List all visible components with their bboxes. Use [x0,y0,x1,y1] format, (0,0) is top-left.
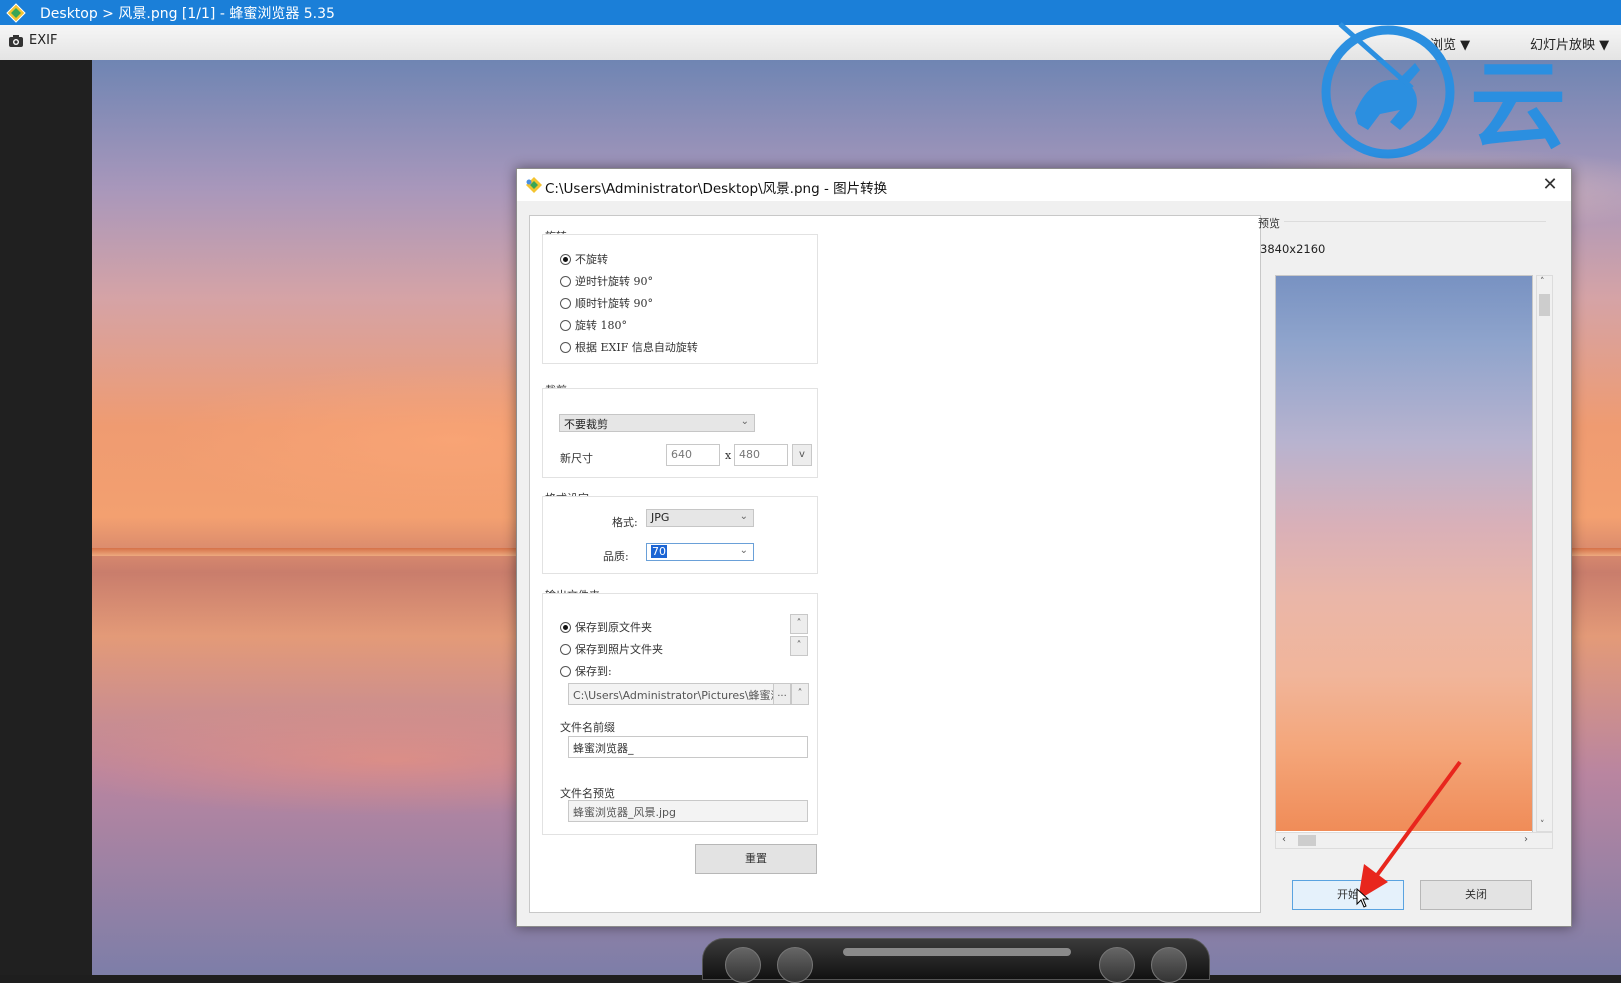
exif-label: EXIF [29,33,58,48]
path-history-arrow-icon[interactable]: ˄ [791,683,809,705]
dialog-close-icon[interactable]: ✕ [1537,174,1563,196]
rotation-option-exif[interactable]: 根据 EXIF 信息自动旋转 [560,339,698,355]
nav-slider-track[interactable] [843,948,1071,956]
output-option-custom[interactable]: 保存到: [560,663,612,679]
dialog-title: C:\Users\Administrator\Desktop\风景.png - … [545,181,888,197]
knight-logo-icon [1321,22,1455,159]
preview-vertical-scrollbar[interactable]: ˄ ˅ [1536,275,1553,832]
preview-divider [1284,221,1546,222]
output-option-label: 保存到原文件夹 [575,621,652,634]
rotation-option-none[interactable]: 不旋转 [560,251,608,267]
viewer-left-margin [0,60,92,975]
crop-height-input[interactable]: 480 [734,444,788,466]
radio-icon [560,275,571,287]
scroll-left-icon[interactable]: ‹ [1282,834,1286,845]
crop-size-separator: x [725,449,732,462]
exif-button[interactable]: EXIF [8,33,57,48]
rotation-option-label: 不旋转 [575,253,608,266]
crop-width-input[interactable]: 640 [666,444,720,466]
format-label: 格式: [612,516,638,529]
nav-menu-icon[interactable] [777,947,813,983]
preview-legend: 预览 [1258,217,1280,230]
radio-selected-icon [560,621,571,633]
scroll-up-icon[interactable]: ˄ [1540,277,1545,287]
radio-selected-icon [560,253,571,265]
filename-preview-label: 文件名预览 [560,787,615,800]
watermark-text: 云 [1470,50,1566,162]
radio-icon [560,297,571,309]
rotation-option-ccw90[interactable]: 逆时针旋转 90° [560,273,653,289]
filename-prefix-input[interactable]: 蜂蜜浏览器_ [568,736,808,758]
chevron-down-icon: ⌄ [740,416,749,427]
chevron-down-icon: ⌄ [739,545,748,556]
format-select[interactable]: JPG ⌄ [646,509,754,527]
app-logo-icon [6,3,26,23]
output-list-up-arrow-icon[interactable]: ˄ [790,614,808,634]
prefix-label: 文件名前缀 [560,721,615,734]
preview-image [1276,276,1532,831]
output-list-down-arrow-icon[interactable]: ˄ [790,636,808,656]
rotation-option-180[interactable]: 旋转 180° [560,317,627,333]
quality-value: 70 [651,545,667,558]
scrollbar-thumb[interactable] [1298,835,1316,846]
crop-mode-value: 不要裁剪 [564,418,608,431]
preview-image-size: 3840x2160 [1260,242,1326,256]
nav-next-icon[interactable] [1151,947,1187,983]
radio-icon [560,643,571,655]
rotation-option-cw90[interactable]: 顺时针旋转 90° [560,295,653,311]
nav-up-icon[interactable] [725,947,761,983]
scrollbar-thumb[interactable] [1539,294,1550,316]
dialog-app-icon [526,177,542,193]
format-group [542,496,818,574]
rotation-option-label: 顺时针旋转 90° [575,297,653,310]
mouse-cursor-icon [1356,888,1370,908]
crop-size-dropdown-button[interactable]: v [792,444,812,466]
output-option-label: 保存到: [575,665,612,678]
radio-icon [560,319,571,331]
crop-mode-select[interactable]: 不要裁剪 ⌄ [559,414,755,432]
browse-folder-button[interactable]: ... [773,683,791,705]
nav-prev-icon[interactable] [1099,947,1135,983]
filename-preview-field: 蜂蜜浏览器_风景.jpg [568,800,808,822]
window-title: Desktop > 风景.png [1/1] - 蜂蜜浏览器 5.35 [40,6,335,22]
viewer-nav-bar [702,938,1210,983]
output-option-label: 保存到照片文件夹 [575,643,663,656]
watermark-logo: 云 [1320,18,1620,168]
scroll-down-icon[interactable]: ˅ [1540,820,1545,830]
quality-select[interactable]: 70 ⌄ [646,543,754,561]
rotation-option-label: 根据 EXIF 信息自动旋转 [575,341,698,354]
radio-icon [560,665,571,677]
camera-icon [9,34,23,47]
dialog-titlebar: C:\Users\Administrator\Desktop\风景.png - … [517,169,1571,201]
output-path-input[interactable]: C:\Users\Administrator\Pictures\蜂蜜浏 [568,683,774,705]
reset-button[interactable]: 重置 [695,844,817,874]
scroll-right-icon[interactable]: › [1524,834,1528,845]
rotation-option-label: 逆时针旋转 90° [575,275,653,288]
preview-image-frame [1275,275,1533,834]
output-option-photos[interactable]: 保存到照片文件夹 [560,641,663,657]
quality-label: 品质: [603,550,629,563]
radio-icon [560,341,571,353]
rotation-option-label: 旋转 180° [575,319,627,332]
chevron-down-icon: ⌄ [739,511,748,522]
crop-size-label: 新尺寸 [560,452,593,465]
settings-pane: 旋转 不旋转 逆时针旋转 90° 顺时针旋转 90° 旋转 180° 根据 EX… [529,215,1261,913]
output-option-original[interactable]: 保存到原文件夹 [560,619,652,635]
format-value: JPG [651,511,670,524]
